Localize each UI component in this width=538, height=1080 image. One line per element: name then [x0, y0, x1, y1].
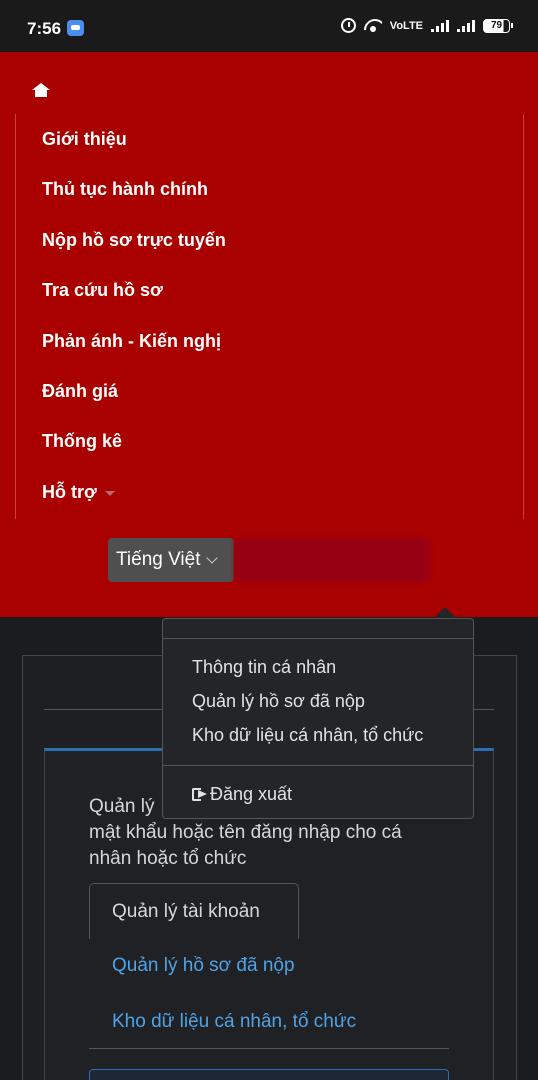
nav-item-ho-tro-label: Hỗ trợ: [42, 482, 97, 502]
description-line: mật khẩu hoặc tên đăng nhập cho cá: [89, 822, 402, 843]
tab-personal-data-store[interactable]: Kho dữ liệu cá nhân, tổ chức: [112, 1011, 356, 1033]
battery-icon: 79: [483, 18, 513, 33]
chevron-down-icon: [205, 551, 218, 564]
nav-item-danh-gia[interactable]: Đánh giá: [42, 381, 118, 402]
content-panel: [89, 1069, 449, 1080]
menu-item-logout[interactable]: Đăng xuất: [192, 784, 292, 805]
signal-icon: [431, 19, 449, 32]
menu-item-submitted-records[interactable]: Quản lý hồ sơ đã nộp: [192, 691, 365, 712]
status-icons: VoLTE 79: [340, 18, 513, 33]
menu-item-personal-info[interactable]: Thông tin cá nhân: [192, 657, 336, 678]
menu-item-data-store[interactable]: Kho dữ liệu cá nhân, tổ chức: [192, 725, 423, 746]
volte-indicator: VoLTE: [389, 19, 423, 32]
alarm-icon: [340, 18, 356, 33]
wifi-icon: [364, 19, 382, 33]
main-navigation: Giới thiệu Thủ tục hành chính Nộp hồ sơ …: [0, 52, 538, 617]
chat-notification-icon: [67, 20, 84, 36]
user-menu-toggle-blurred[interactable]: [234, 538, 430, 582]
signal-icon-2: [457, 19, 475, 32]
status-bar: 7:56 VoLTE 79: [0, 0, 538, 52]
nav-item-thong-ke[interactable]: Thống kê: [42, 431, 122, 452]
nav-item-nop-ho-so[interactable]: Nộp hồ sơ trực tuyến: [42, 230, 226, 251]
nav-item-phan-anh[interactable]: Phản ánh - Kiến nghị: [42, 331, 221, 352]
dropdown-arrow: [434, 607, 456, 618]
nav-item-thu-tuc[interactable]: Thủ tục hành chính: [42, 179, 208, 200]
nav-item-ho-tro[interactable]: Hỗ trợ: [42, 482, 115, 503]
home-icon[interactable]: [32, 83, 50, 97]
language-select-value: Tiếng Việt: [116, 549, 201, 570]
nav-border: [15, 114, 524, 519]
tab-divider: [89, 1048, 449, 1049]
logout-icon: [192, 788, 208, 801]
language-select[interactable]: Tiếng Việt: [108, 538, 234, 582]
tab-submitted-records[interactable]: Quản lý hồ sơ đã nộp: [112, 955, 295, 977]
user-dropdown-menu: Thông tin cá nhân Quản lý hồ sơ đã nộp K…: [162, 618, 474, 819]
caret-down-icon: [104, 490, 115, 496]
nav-item-gioi-thieu[interactable]: Giới thiệu: [42, 129, 127, 150]
nav-item-tra-cuu[interactable]: Tra cứu hồ sơ: [42, 280, 163, 301]
dropdown-divider: [163, 765, 473, 766]
logout-label: Đăng xuất: [210, 784, 293, 804]
tab-account-management[interactable]: Quản lý tài khoản: [89, 883, 299, 939]
status-time: 7:56: [27, 19, 62, 38]
description-line: nhân hoặc tổ chức: [89, 848, 247, 869]
dropdown-divider-top: [163, 638, 473, 639]
